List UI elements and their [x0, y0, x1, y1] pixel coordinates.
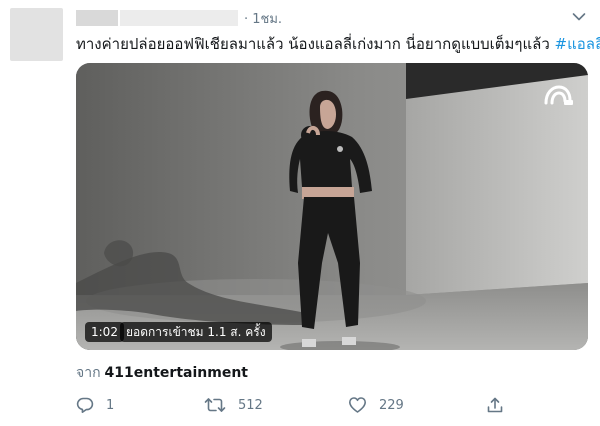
retweet-button[interactable]: 512 — [204, 396, 263, 414]
heart-icon — [349, 397, 366, 413]
redacted-handle[interactable] — [120, 10, 238, 26]
tweet-timestamp[interactable]: · 1ชม. — [244, 8, 282, 29]
source-account-link[interactable]: 411entertainment — [105, 365, 248, 381]
video-player[interactable]: 1:02 ยอดการเข้าชม 1.1 ส. ครั้ง — [76, 63, 588, 350]
redacted-display-name[interactable] — [76, 10, 118, 26]
chevron-down-icon[interactable] — [572, 12, 586, 22]
avatar[interactable] — [10, 8, 63, 61]
share-icon — [487, 397, 503, 413]
reply-button[interactable]: 1 — [76, 396, 114, 414]
video-frame — [76, 63, 588, 350]
like-count: 229 — [379, 397, 404, 413]
retweet-icon — [204, 398, 226, 412]
channel-logo-icon — [544, 85, 573, 105]
reply-icon — [76, 397, 94, 413]
tweet-text: ทางค่ายปล่อยออฟฟิเชียลมาแล้ว น้องแอลลี่เ… — [76, 34, 600, 54]
reply-count: 1 — [106, 397, 115, 413]
retweet-count: 512 — [238, 397, 263, 413]
video-duration: 1:02 — [85, 322, 124, 342]
source-lead: จาก — [76, 365, 101, 381]
hashtag-link[interactable]: #แอลลี่ — [555, 35, 600, 53]
tweet-actions: 1 512 229 — [76, 396, 516, 418]
tweet-body: ทางค่ายปล่อยออฟฟิเชียลมาแล้ว น้องแอลลี่เ… — [76, 35, 550, 53]
media-source-attribution: จาก 411entertainment — [76, 362, 248, 384]
tweet-header: · 1ชม. — [76, 9, 282, 27]
share-button[interactable] — [486, 396, 504, 414]
video-view-count: ยอดการเข้าชม 1.1 ส. ครั้ง — [120, 322, 272, 342]
like-button[interactable]: 229 — [348, 396, 404, 414]
